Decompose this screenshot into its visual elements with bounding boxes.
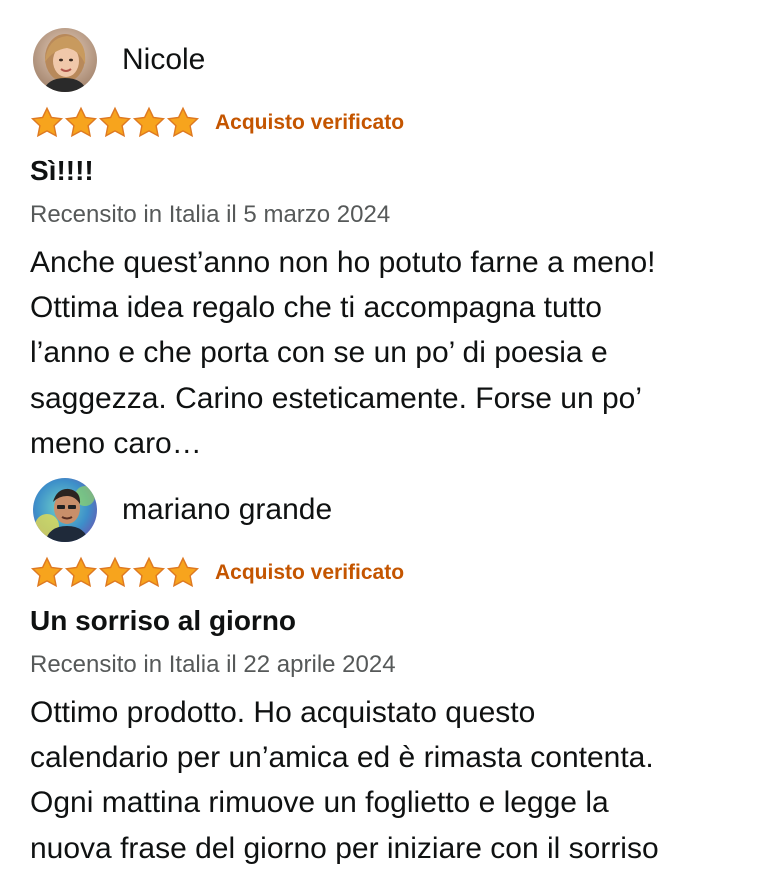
review-title: Un sorriso al giorno xyxy=(30,605,297,636)
star-icon xyxy=(166,106,200,140)
reviewer-profile[interactable]: mariano grande xyxy=(33,478,332,542)
star-rating[interactable] xyxy=(30,556,200,590)
reviewer-name[interactable]: Nicole xyxy=(122,42,205,78)
star-icon xyxy=(166,556,200,590)
star-icon xyxy=(30,106,64,140)
star-icon xyxy=(64,106,98,140)
rating-row: Acquisto verificato xyxy=(30,104,404,142)
review-body-line: Ogni mattina rimuove un foglietto e legg… xyxy=(30,786,609,820)
review-body-line: nuova frase del giorno per iniziare con … xyxy=(30,831,659,865)
review-date: Recensito in Italia il 22 aprile 2024 xyxy=(30,651,396,678)
verified-purchase-badge: Acquisto verificato xyxy=(215,111,405,134)
star-icon xyxy=(132,556,166,590)
review-body: Ottimo prodotto. Ho acquistato questo ca… xyxy=(30,690,750,871)
review-body-line: meno caro… xyxy=(30,426,202,460)
review-body-line: Ottima idea regalo che ti accompagna tut… xyxy=(30,291,602,325)
review-body-line: calendario per un’amica ed è rimasta con… xyxy=(30,741,654,775)
review-body: Anche quest’anno non ho potuto farne a m… xyxy=(30,240,750,466)
review-body-line: l’anno e che porta con se un po’ di poes… xyxy=(30,336,608,370)
star-icon xyxy=(98,106,132,140)
reviewer-name[interactable]: mariano grande xyxy=(122,492,332,528)
user-photo-icon[interactable] xyxy=(33,478,97,542)
reviewer-profile[interactable]: Nicole xyxy=(33,28,205,92)
star-icon xyxy=(98,556,132,590)
rating-row: Acquisto verificato xyxy=(30,554,404,592)
star-icon xyxy=(64,556,98,590)
star-icon xyxy=(30,556,64,590)
verified-purchase-badge: Acquisto verificato xyxy=(215,561,405,584)
star-icon xyxy=(132,106,166,140)
star-rating[interactable] xyxy=(30,106,200,140)
review-body-line: Ottimo prodotto. Ho acquistato questo xyxy=(30,696,536,729)
review-title: Sì!!!! xyxy=(30,155,94,186)
user-photo-icon[interactable] xyxy=(33,28,97,92)
review-date: Recensito in Italia il 5 marzo 2024 xyxy=(30,201,391,228)
review-body-line: saggezza. Carino esteticamente. Forse un… xyxy=(30,381,642,415)
review-body-line: Anche quest’anno non ho potuto farne a m… xyxy=(30,246,656,279)
